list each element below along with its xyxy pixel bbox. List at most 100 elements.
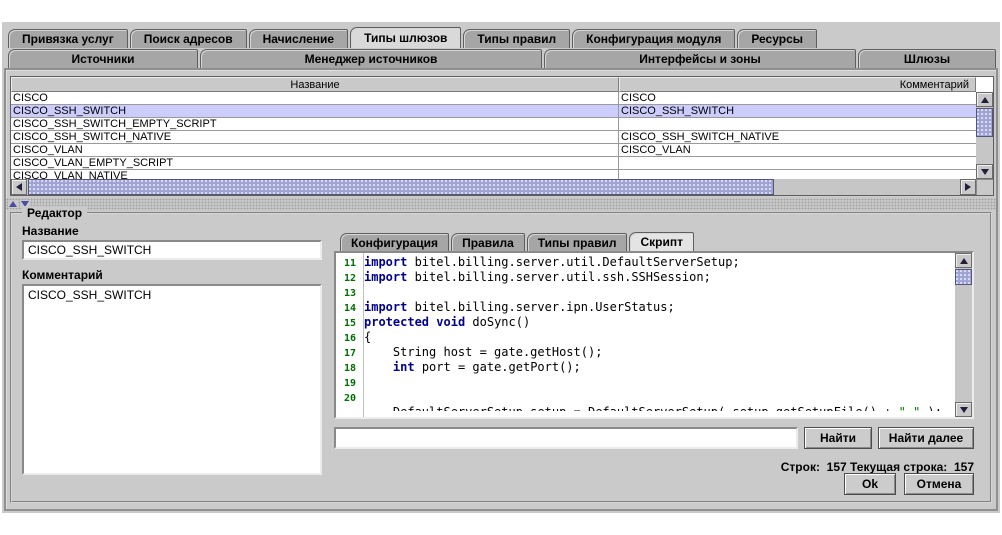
table-row[interactable]: CISCO_VLAN_EMPTY_SCRIPT [11,157,976,170]
current-line-label: Текущая строка: [850,460,947,474]
name-field[interactable] [22,240,322,260]
arrow-right-icon [965,183,971,191]
column-header-name[interactable]: Название [11,77,619,92]
section-tab[interactable]: Интерфейсы и зоны [544,49,856,68]
search-input[interactable] [334,427,798,449]
section-tab-bar: ИсточникиМенеджер источниковИнтерфейсы и… [8,48,998,68]
cell-comment [619,170,976,179]
split-divider[interactable] [6,198,996,210]
vertical-scrollbar-thumb[interactable] [976,108,993,137]
code-viewport[interactable]: 11 import bitel.billing.server.util.Defau… [336,253,955,417]
code-text: String host = gate.getHost(); [364,345,602,359]
code-line: 20 [336,390,955,405]
table-row[interactable]: CISCO_SSH_SWITCH_EMPTY_SCRIPT [11,118,976,131]
horizontal-scrollbar-thumb[interactable] [28,179,774,195]
code-text: import bitel.billing.server.ipn.UserStat… [364,300,675,314]
ok-button[interactable]: Ok [844,473,896,495]
find-next-button[interactable]: Найти далее [878,427,974,449]
code-text: import bitel.billing.server.util.Default… [364,255,740,269]
editor-tab-bar: КонфигурацияПравилаТипы правилСкрипт [340,232,974,251]
table-row[interactable]: CISCO_SSH_SWITCH_NATIVECISCO_SSH_SWITCH_… [11,131,976,144]
code-line: 12 import bitel.billing.server.util.ssh.S… [336,270,955,285]
dialog-buttons: Ok Отмена [844,473,974,495]
cell-comment: CISCO_VLAN [619,144,976,156]
line-number: 15 [336,316,356,331]
cell-name: CISCO_VLAN_NATIVE [11,170,619,179]
arrow-down-icon [981,169,989,175]
table-header: Название Комментарий [11,77,976,92]
code-line: 16{ [336,330,955,345]
find-button[interactable]: Найти [804,427,872,449]
code-editor: 11 import bitel.billing.server.util.Defau… [334,251,974,419]
scroll-up-button[interactable] [955,253,972,268]
arrow-down-icon [960,407,968,413]
cell-name: CISCO_VLAN [11,144,619,156]
line-number: 13 [336,286,356,301]
editor-panel-title: Редактор [22,206,87,220]
module-tab[interactable]: Конфигурация модуля [572,29,735,48]
scroll-up-button[interactable] [976,92,993,107]
vertical-scrollbar-thumb[interactable] [955,269,972,285]
current-line-value: 157 [954,460,974,474]
scroll-left-button[interactable] [11,179,27,195]
code-line: 11 import bitel.billing.server.util.Defau… [336,255,955,270]
cell-name: CISCO_SSH_SWITCH [11,105,619,117]
line-number: 11 [336,256,356,271]
module-tab[interactable]: Типы правил [463,29,570,48]
scroll-down-button[interactable] [976,164,993,179]
search-row: Найти Найти далее [334,427,974,449]
triangle-up-icon [9,201,17,207]
script-area: КонфигурацияПравилаТипы правилСкрипт 11 i… [334,222,974,499]
scroll-down-button[interactable] [955,402,972,417]
scroll-right-button[interactable] [960,179,976,195]
code-text: int port = gate.getPort(); [364,360,581,374]
cell-name: CISCO_SSH_SWITCH_EMPTY_SCRIPT [11,118,619,130]
arrow-up-icon [981,97,989,103]
lines-count-value: 157 [827,460,847,474]
code-line: 13 [336,285,955,300]
tab-content: Название Комментарий CISCOCISCOCISCO_SSH… [4,68,998,511]
code-line: 14import bitel.billing.server.ipn.UserSt… [336,300,955,315]
table-row[interactable]: CISCO_SSH_SWITCHCISCO_SSH_SWITCH [11,105,976,118]
code-vertical-scrollbar[interactable] [955,253,972,417]
cell-comment [619,118,976,130]
table-row[interactable]: CISCO_VLAN_NATIVE [11,170,976,179]
module-tab[interactable]: Начисление [249,29,349,48]
editor-panel: Редактор Название Комментарий CISCO_SSH_… [10,212,992,503]
column-header-comment[interactable]: Комментарий [619,77,976,92]
cell-name: CISCO_VLAN_EMPTY_SCRIPT [11,157,619,169]
cancel-button[interactable]: Отмена [904,473,974,495]
collapse-up-button[interactable] [8,200,18,208]
name-label: Название [22,224,79,238]
section-tab[interactable]: Шлюзы [858,49,996,68]
lines-count-label: Строк: [781,460,820,474]
comment-field[interactable]: CISCO_SSH_SWITCH [22,284,322,475]
table-vertical-scrollbar[interactable] [976,92,993,179]
line-number: 16 [336,331,356,346]
code-text: protected void doSync() [364,315,530,329]
cell-comment: CISCO [619,92,976,104]
module-tab[interactable]: Поиск адресов [130,29,247,48]
section-tab[interactable]: Источники [8,49,198,68]
module-tab[interactable]: Привязка услуг [8,29,128,48]
code-line: 18 int port = gate.getPort(); [336,360,955,375]
table-body: CISCOCISCOCISCO_SSH_SWITCHCISCO_SSH_SWIT… [11,92,976,179]
line-number: 20 [336,391,356,406]
code-text: import bitel.billing.server.util.ssh.SSH… [364,270,711,284]
table-row[interactable]: CISCOCISCO [11,92,976,105]
line-number: 17 [336,346,356,361]
editor-tab[interactable]: Правила [451,233,525,251]
editor-tab[interactable]: Конфигурация [340,233,449,251]
module-tab[interactable]: Типы шлюзов [350,27,461,48]
table-horizontal-scrollbar[interactable] [11,179,976,195]
editor-tab[interactable]: Типы правил [527,233,628,251]
line-number: 12 [336,271,356,286]
cell-comment [619,157,976,169]
line-number: 18 [336,361,356,376]
section-tab[interactable]: Менеджер источников [200,49,542,68]
line-number: 19 [336,376,356,391]
table-row[interactable]: CISCO_VLANCISCO_VLAN [11,144,976,157]
comment-label: Комментарий [22,268,103,282]
editor-tab[interactable]: Скрипт [629,232,694,251]
module-tab[interactable]: Ресурсы [737,29,817,48]
